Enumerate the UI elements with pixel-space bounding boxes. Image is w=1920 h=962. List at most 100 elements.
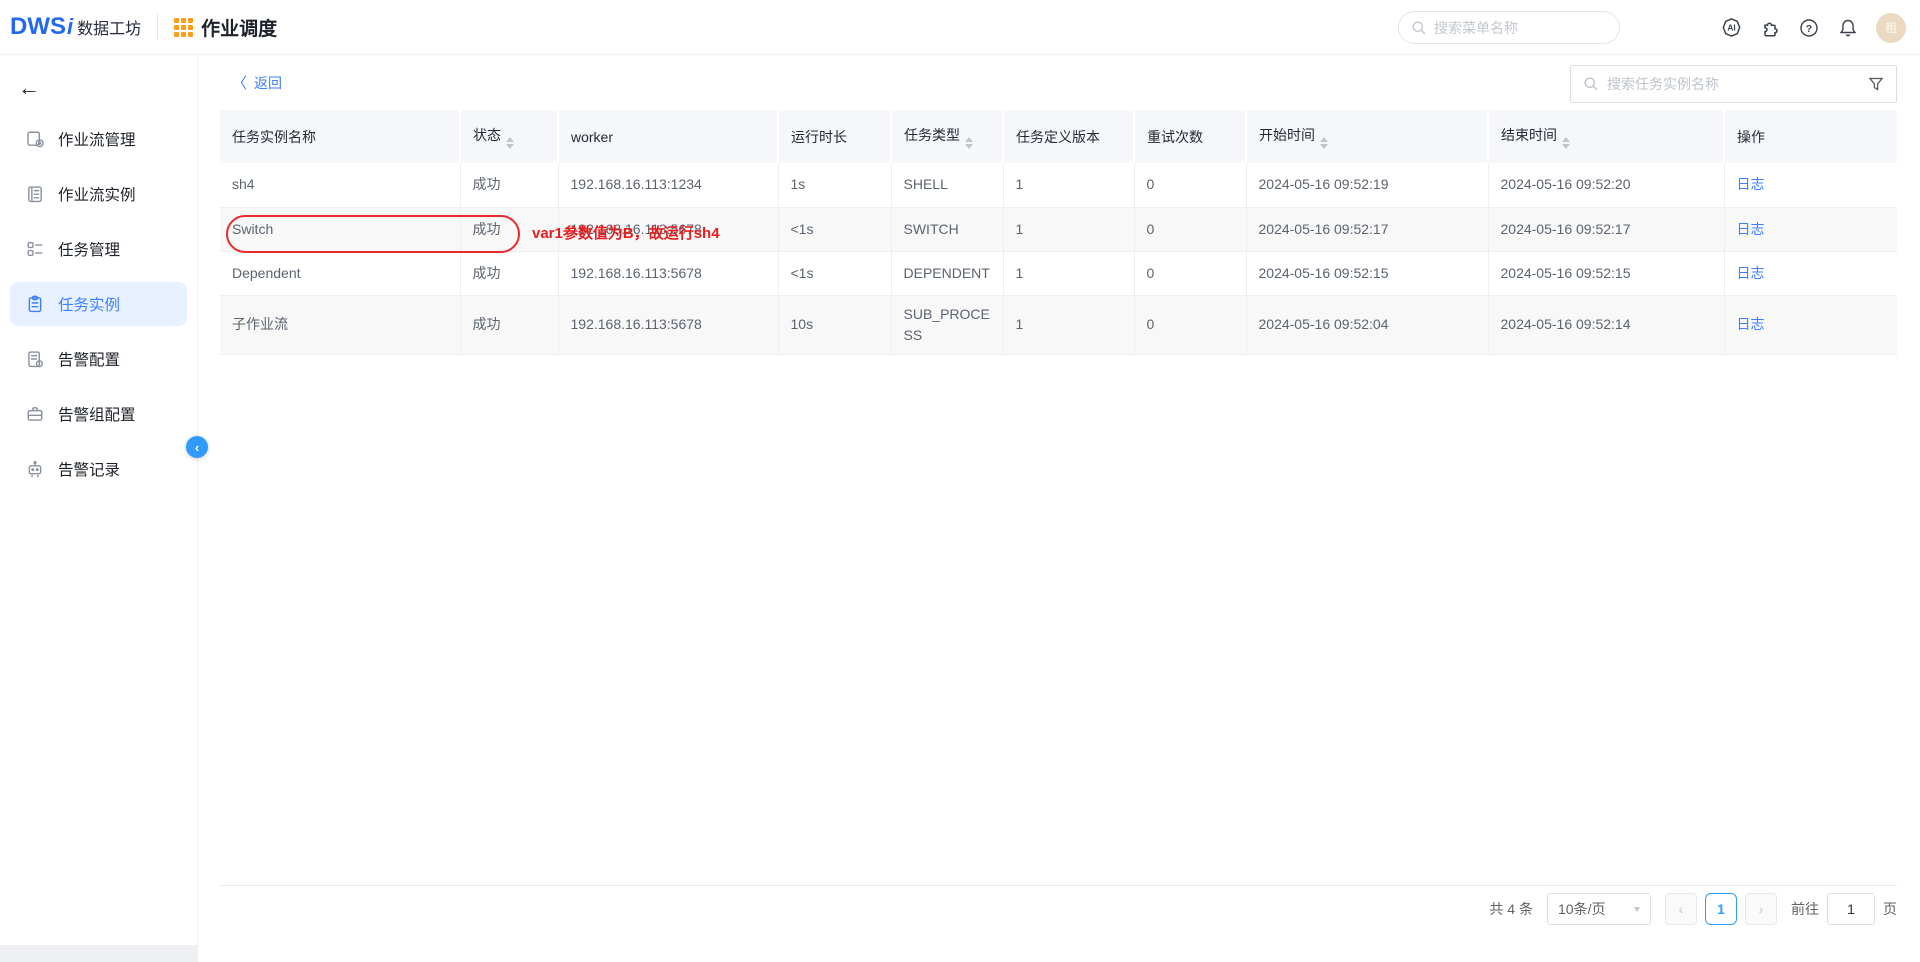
column-header-label: 状态 <box>473 127 501 143</box>
cell-version: 1 <box>1003 163 1134 207</box>
app-root: DWSi 数据工坊 作业调度 AI <box>0 0 1920 962</box>
column-header-label: 重试次数 <box>1147 129 1203 145</box>
column-header[interactable]: 任务类型 <box>891 110 1003 163</box>
column-header-label: 操作 <box>1737 129 1765 145</box>
main-content: 〈 返回 <box>198 55 1920 945</box>
cell-name: Switch <box>220 207 460 251</box>
log-link[interactable]: 日志 <box>1737 265 1765 281</box>
table-row: 子作业流成功192.168.16.113:567810sSUB_PROCESS1… <box>220 295 1897 354</box>
sidebar-item-label: 告警配置 <box>58 348 120 370</box>
logo-cn-text: 数据工坊 <box>77 15 141 39</box>
cell-worker: 192.168.16.113:5678 <box>558 207 778 251</box>
cell-type: DEPENDENT <box>891 251 1003 295</box>
goto-page-input[interactable] <box>1827 893 1875 925</box>
header-icon-group: AI ? 租 <box>1720 0 1906 55</box>
sidebar-item-task-instance[interactable]: 任务实例 <box>10 282 187 326</box>
page-title: 作业调度 <box>201 14 277 41</box>
cell-worker: 192.168.16.113:5678 <box>558 251 778 295</box>
sidebar-item-label: 告警记录 <box>58 458 120 480</box>
cell-end: 2024-05-16 09:52:17 <box>1488 207 1724 251</box>
table-body: sh4成功192.168.16.113:12341sSHELL102024-05… <box>220 163 1897 354</box>
column-header: worker <box>558 110 778 163</box>
sort-caret-icon[interactable] <box>1320 137 1328 149</box>
status-badge: 成功 <box>460 295 558 354</box>
page-size-select[interactable]: 10条/页 ▾ <box>1547 893 1651 925</box>
prev-page-button[interactable]: ‹ <box>1665 893 1697 925</box>
cell-duration: <1s <box>778 207 891 251</box>
cell-start: 2024-05-16 09:52:19 <box>1246 163 1488 207</box>
chevron-left-icon: 〈 <box>232 72 247 93</box>
cell-end: 2024-05-16 09:52:15 <box>1488 251 1724 295</box>
instance-search-box[interactable] <box>1570 65 1897 103</box>
sidebar-bottom-strip <box>0 945 198 962</box>
cell-duration: 1s <box>778 163 891 207</box>
cell-action: 日志 <box>1724 207 1897 251</box>
page-size-value: 10条/页 <box>1558 899 1605 919</box>
sidebar-item-task-manage[interactable]: 任务管理 <box>10 227 187 271</box>
pagination-total: 共 4 条 <box>1489 899 1533 919</box>
sidebar-item-workflow-instance[interactable]: 作业流实例 <box>10 172 187 216</box>
log-link[interactable]: 日志 <box>1737 221 1765 237</box>
sort-caret-icon[interactable] <box>965 137 973 149</box>
sidebar-item-label: 告警组配置 <box>58 403 136 425</box>
user-avatar[interactable]: 租 <box>1876 13 1906 43</box>
sidebar-collapse-button[interactable]: ‹ <box>186 436 208 458</box>
next-page-button[interactable]: › <box>1745 893 1777 925</box>
task-instance-icon <box>26 295 44 313</box>
column-header: 任务定义版本 <box>1003 110 1134 163</box>
status-badge: 成功 <box>460 163 558 207</box>
column-header-label: 结束时间 <box>1501 127 1557 143</box>
column-header[interactable]: 状态 <box>460 110 558 163</box>
column-header-label: 任务类型 <box>904 127 960 143</box>
cell-worker: 192.168.16.113:5678 <box>558 295 778 354</box>
logo-text: DWS <box>10 13 66 41</box>
cell-end: 2024-05-16 09:52:20 <box>1488 163 1724 207</box>
sidebar-item-alert-config[interactable]: 告警配置 <box>10 337 187 381</box>
workflow-instance-icon <box>26 185 44 203</box>
sidebar-item-alert-group[interactable]: 告警组配置 <box>10 392 187 436</box>
column-header: 运行时长 <box>778 110 891 163</box>
alert-record-icon <box>26 460 44 478</box>
column-header[interactable]: 开始时间 <box>1246 110 1488 163</box>
notification-bell-icon[interactable] <box>1837 17 1859 39</box>
page-unit-label: 页 <box>1883 899 1897 919</box>
filter-funnel-icon[interactable] <box>1868 76 1884 92</box>
brand-logo[interactable]: DWSi 数据工坊 <box>10 13 141 41</box>
sidebar-nav: 作业流管理作业流实例任务管理任务实例告警配置告警组配置告警记录 <box>0 117 197 491</box>
log-link[interactable]: 日志 <box>1737 176 1765 192</box>
sort-caret-icon[interactable] <box>506 137 514 149</box>
cell-name: 子作业流 <box>220 295 460 354</box>
instance-search-input[interactable] <box>1607 76 1860 92</box>
search-icon <box>1583 76 1599 92</box>
table-row: Switch成功192.168.16.113:5678<1sSWITCH1020… <box>220 207 1897 251</box>
cell-type: SHELL <box>891 163 1003 207</box>
cell-retries: 0 <box>1134 207 1246 251</box>
sidebar-item-label: 任务管理 <box>58 238 120 260</box>
cell-retries: 0 <box>1134 251 1246 295</box>
search-icon <box>1411 20 1427 36</box>
ai-assistant-icon[interactable]: AI <box>1720 17 1742 39</box>
cell-duration: 10s <box>778 295 891 354</box>
sort-caret-icon[interactable] <box>1562 137 1570 149</box>
sidebar-item-alert-record[interactable]: 告警记录 <box>10 447 187 491</box>
column-header-label: 任务实例名称 <box>232 129 316 145</box>
cell-retries: 0 <box>1134 163 1246 207</box>
sidebar-item-workflow-manage[interactable]: 作业流管理 <box>10 117 187 161</box>
table-row: Dependent成功192.168.16.113:5678<1sDEPENDE… <box>220 251 1897 295</box>
cell-name: sh4 <box>220 163 460 207</box>
help-icon[interactable]: ? <box>1798 17 1820 39</box>
column-header[interactable]: 结束时间 <box>1488 110 1724 163</box>
log-link[interactable]: 日志 <box>1737 316 1765 332</box>
logo-i: i <box>67 14 73 40</box>
current-page-button[interactable]: 1 <box>1705 893 1737 925</box>
column-header: 操作 <box>1724 110 1897 163</box>
back-link[interactable]: 〈 返回 <box>232 72 282 93</box>
header-divider <box>157 14 158 40</box>
plugin-puzzle-icon[interactable] <box>1759 17 1781 39</box>
status-badge: 成功 <box>460 251 558 295</box>
cell-name: Dependent <box>220 251 460 295</box>
menu-search-box[interactable] <box>1398 11 1620 44</box>
menu-search-input[interactable] <box>1434 20 1584 36</box>
cell-end: 2024-05-16 09:52:14 <box>1488 295 1724 354</box>
sidebar-back-arrow-icon[interactable]: ← <box>18 77 42 99</box>
